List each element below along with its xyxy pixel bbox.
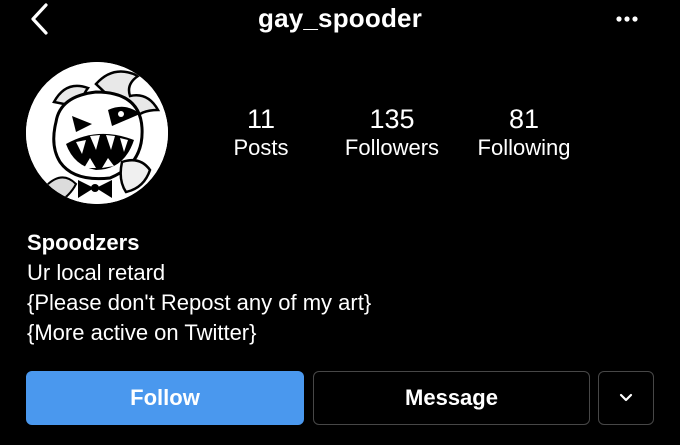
following-count: 81 <box>508 104 540 134</box>
more-options-button[interactable] <box>610 8 644 30</box>
profile-avatar[interactable] <box>26 62 168 204</box>
followers-count: 135 <box>369 104 415 134</box>
display-name: Spoodzers <box>27 230 140 255</box>
top-bar: gay_spooder <box>0 0 680 38</box>
posts-label: Posts <box>233 135 289 160</box>
profile-bio: Spoodzers Ur local retard {Please don't … <box>27 228 371 348</box>
stat-following[interactable]: 81 Following <box>466 104 582 162</box>
cartoon-character-avatar <box>26 62 168 204</box>
following-label: Following <box>477 135 571 160</box>
chevron-down-icon <box>619 393 633 402</box>
bio-line: {Please don't Repost any of my art} <box>27 290 372 315</box>
posts-count: 11 <box>246 104 276 134</box>
stat-followers[interactable]: 135 Followers <box>332 104 452 162</box>
followers-label: Followers <box>344 135 440 160</box>
suggested-accounts-button[interactable] <box>598 371 654 425</box>
message-button[interactable]: Message <box>313 371 590 425</box>
stat-posts[interactable]: 11 Posts <box>221 104 301 162</box>
more-horizontal-icon <box>616 16 638 22</box>
profile-username: gay_spooder <box>257 3 423 33</box>
follow-button[interactable]: Follow <box>26 371 304 425</box>
bio-line: {More active on Twitter} <box>27 320 257 345</box>
bio-line: Ur local retard <box>27 260 166 285</box>
